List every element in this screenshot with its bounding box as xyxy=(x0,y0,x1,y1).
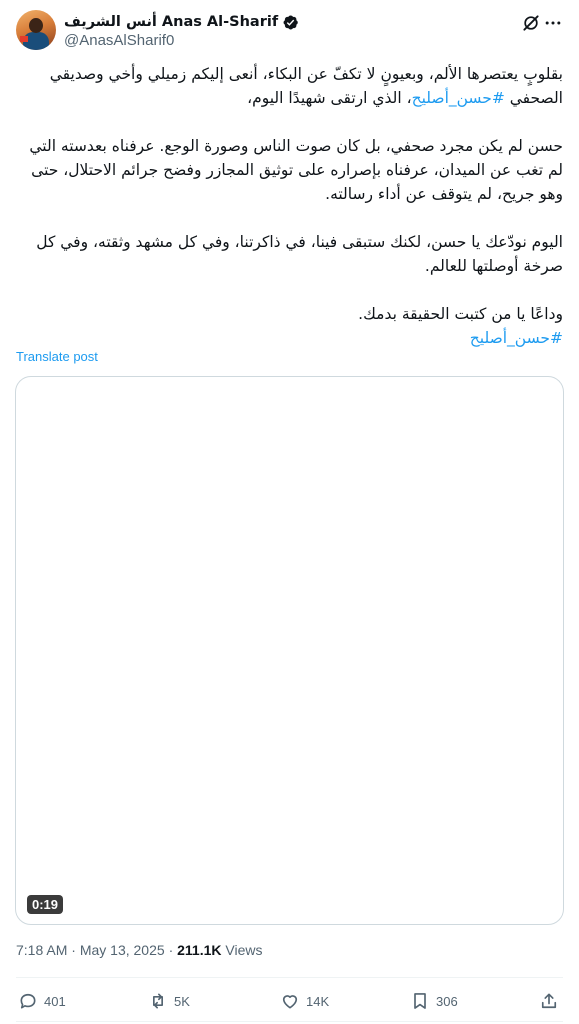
repost-icon xyxy=(153,993,163,1009)
divider-top xyxy=(16,977,563,978)
avatar-figure-head xyxy=(29,18,43,33)
share-button[interactable] xyxy=(539,988,559,1014)
meta-separator: · xyxy=(71,942,76,958)
tweet-paragraph-4: وداعًا يا من كتبت الحقيقة بدمك. xyxy=(358,305,563,323)
reply-button[interactable]: 401 xyxy=(18,988,66,1014)
meta-separator-2: · xyxy=(168,942,174,958)
reply-count: 401 xyxy=(44,993,66,1009)
tweet-paragraph-2: حسن لم يكن مجرد صحفي، بل كان صوت الناس و… xyxy=(29,137,563,203)
tweet-hashtag-line: #حسن_أصليح xyxy=(16,326,563,350)
share-icon xyxy=(541,993,557,1009)
verified-badge-icon xyxy=(283,15,298,29)
views-count: 211.1K xyxy=(177,942,222,958)
final-hashtag-link[interactable]: #حسن_أصليح xyxy=(470,329,563,347)
video-duration-badge: 0:19 xyxy=(27,895,64,914)
action-bar: 401 5K 14K 306 xyxy=(16,988,563,1014)
tweet-paragraph-3: اليوم نودّعك يا حسن، لكنك ستبقى فينا، في… xyxy=(36,233,563,275)
tweet-paragraph-1-tail: ، الذي ارتقى شهيدًا اليوم، xyxy=(247,89,412,107)
heart-icon xyxy=(282,995,298,1009)
like-button[interactable]: 14K xyxy=(280,988,329,1014)
views-label: Views xyxy=(225,942,263,958)
tweet-date[interactable]: May 13, 2025 xyxy=(80,942,165,958)
repost-count: 5K xyxy=(174,993,190,1009)
bookmark-count: 306 xyxy=(436,993,458,1009)
avatar[interactable] xyxy=(16,10,56,50)
reply-icon xyxy=(20,993,36,1009)
tweet-paragraph-1: بقلوبٍ يعتصرها الألم، وبعيونٍ لا تكفّ عن… xyxy=(16,62,563,110)
avatar-press-tag xyxy=(20,36,28,42)
grok-icon[interactable] xyxy=(521,13,541,33)
author-name-line[interactable]: أنس الشريف Anas Al-Sharif xyxy=(64,12,299,32)
tweet-text: بقلوبٍ يعتصرها الألم، وبعيونٍ لا تكفّ عن… xyxy=(16,62,563,350)
like-count: 14K xyxy=(306,993,330,1009)
divider-bottom xyxy=(16,1021,563,1022)
hashtag-link[interactable]: #حسن_أصليح xyxy=(412,89,505,107)
tweet-time[interactable]: 7:18 AM xyxy=(16,942,67,958)
repost-button[interactable]: 5K xyxy=(148,988,190,1014)
author-display-name[interactable]: أنس الشريف Anas Al-Sharif xyxy=(64,14,278,30)
tweet-meta: 7:18 AM · May 13, 2025 · 211.1K Views xyxy=(16,942,262,958)
author-handle[interactable]: @AnasAlSharif0 xyxy=(64,32,174,49)
video-player[interactable]: 0:19 xyxy=(15,376,564,925)
bookmark-icon xyxy=(414,993,426,1009)
bookmark-button[interactable]: 306 xyxy=(410,988,458,1014)
tweet-header: أنس الشريف Anas Al-Sharif @AnasAlSharif0 xyxy=(16,10,563,52)
translate-post-link[interactable]: Translate post xyxy=(16,349,98,364)
more-options-icon[interactable] xyxy=(543,13,563,33)
